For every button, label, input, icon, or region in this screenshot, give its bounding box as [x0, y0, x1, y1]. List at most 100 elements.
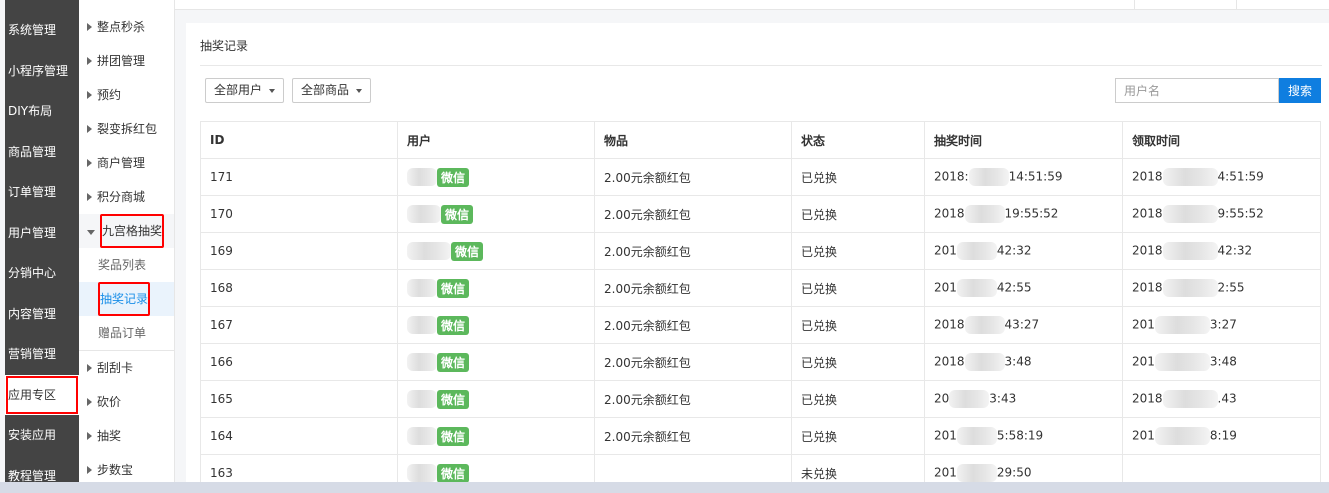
wechat-badge: 微信	[437, 389, 470, 409]
blurred-date	[1162, 242, 1218, 260]
records-table: ID 用户 物品 状态 抽奖时间 领取时间 171 微信 2.00元余额红包 已兑换 2018: 1…	[200, 121, 1321, 482]
subnav-item[interactable]: 砍价	[79, 385, 174, 419]
blurred-username	[407, 205, 441, 223]
sidebar-item[interactable]: 安装应用	[5, 415, 79, 456]
column-header: 抽奖时间	[924, 121, 1123, 159]
sidebar-item[interactable]: 小程序管理	[5, 51, 79, 92]
subnav-child-label: 赠品订单	[98, 326, 147, 340]
blurred-username	[407, 427, 437, 445]
draw-time-suffix: 43:27	[1004, 317, 1040, 332]
subnav-item[interactable]: 刮刮卡	[79, 351, 174, 385]
column-header: 用户	[397, 121, 595, 159]
subnav-item[interactable]: 九宫格抽奖	[79, 214, 174, 248]
subnav-child-item[interactable]: 奖品列表	[79, 248, 174, 282]
search-button[interactable]: 搜索	[1279, 78, 1321, 103]
claim-time-cell: 2018 9:55:52	[1122, 195, 1321, 233]
username-search-input[interactable]	[1115, 78, 1279, 103]
claim-time-prefix: 201	[1132, 354, 1155, 369]
blurred-username	[407, 279, 437, 297]
claim-time-suffix: 8:19	[1209, 428, 1237, 443]
subnav-item[interactable]: 预约	[79, 78, 174, 112]
table-row: 170 微信 2.00元余额红包 已兑换 2018 19:55:52 2018 9:55:52	[200, 195, 1321, 233]
user-cell: 微信	[397, 195, 595, 233]
table-row: 168 微信 2.00元余额红包 已兑换 201 42:55 2018 2:55	[200, 269, 1321, 307]
wechat-badge: 微信	[437, 278, 470, 298]
window-bottom-edge	[0, 482, 1329, 493]
subnav-item[interactable]: 步数宝	[79, 453, 174, 482]
wechat-badge: 微信	[437, 352, 470, 372]
blurred-date	[1162, 168, 1218, 186]
blurred-username	[407, 390, 437, 408]
sidebar-item[interactable]: 教程管理	[5, 456, 79, 483]
blurred-date	[1154, 316, 1210, 334]
sidebar-item[interactable]: 应用专区	[5, 374, 79, 415]
subnav-label: 裂变拆红包	[97, 122, 158, 136]
draw-time-suffix: 14:51:59	[1008, 169, 1063, 184]
sidebar-item[interactable]: 商品管理	[5, 132, 79, 173]
subnav-child-item[interactable]: 赠品订单	[79, 316, 174, 350]
page-title: 抽奖记录	[200, 39, 249, 53]
draw-time-prefix: 2018	[934, 354, 965, 369]
status-cell: 已兑换	[791, 306, 925, 344]
content-panel: 抽奖记录 全部用户 全部商品 搜索 ID用户物品状态抽奖时间领取时间 171 微信…	[186, 23, 1329, 482]
sidebar-item[interactable]: 订单管理	[5, 172, 79, 213]
sidebar-item[interactable]: 内容管理	[5, 294, 79, 335]
blurred-date	[964, 205, 1005, 223]
caret-down-icon	[356, 88, 363, 93]
caret-down-icon	[87, 230, 95, 235]
id-cell: 166	[200, 343, 398, 381]
caret-right-icon	[87, 193, 92, 201]
draw-time-cell: 2018 19:55:52	[924, 195, 1123, 233]
blurred-date	[964, 353, 1005, 371]
goods-filter-label: 全部商品	[301, 83, 350, 97]
item-cell: 2.00元余额红包	[594, 269, 792, 307]
draw-time-prefix: 201	[934, 243, 957, 258]
caret-right-icon	[87, 57, 92, 65]
claim-time-suffix: 4:51:59	[1217, 169, 1264, 184]
claim-time-prefix: 2018	[1132, 169, 1163, 184]
blurred-date	[956, 279, 997, 297]
sidebar-item[interactable]: 营销管理	[5, 334, 79, 375]
subnav-item[interactable]: 拼团管理	[79, 44, 174, 78]
user-cell: 微信	[397, 269, 595, 307]
caret-right-icon	[87, 466, 92, 474]
claim-time-cell: 2018 42:32	[1122, 232, 1321, 270]
sidebar-item[interactable]: 分销中心	[5, 253, 79, 294]
table-row: 171 微信 2.00元余额红包 已兑换 2018: 14:51:59 2018 4:51:5…	[200, 158, 1321, 196]
id-cell: 170	[200, 195, 398, 233]
draw-time-prefix: 201	[934, 280, 957, 295]
caret-right-icon	[87, 432, 92, 440]
column-header: 物品	[594, 121, 792, 159]
draw-time-cell: 201 29:50	[924, 454, 1123, 482]
blurred-date	[956, 427, 997, 445]
blurred-date	[1154, 427, 1210, 445]
subnav-item[interactable]: 商户管理	[79, 146, 174, 180]
caret-right-icon	[87, 364, 92, 372]
item-cell: 2.00元余额红包	[594, 306, 792, 344]
id-cell: 169	[200, 232, 398, 270]
subnav-item[interactable]: 抽奖	[79, 419, 174, 453]
blurred-date	[1162, 390, 1218, 408]
subnav-item[interactable]: 积分商城	[79, 180, 174, 214]
wechat-badge: 微信	[441, 204, 474, 224]
sidebar-item[interactable]: 用户管理	[5, 213, 79, 254]
claim-time-cell: 201 3:48	[1122, 343, 1321, 381]
user-filter-dropdown[interactable]: 全部用户	[205, 78, 285, 103]
sidebar-item[interactable]: 系统管理	[5, 10, 79, 51]
blurred-username	[407, 242, 451, 260]
subnav-item[interactable]: 裂变拆红包	[79, 112, 174, 146]
table-row: 169 微信 2.00元余额红包 已兑换 201 42:32 2018 42:32	[200, 232, 1321, 270]
subnav-item[interactable]: 整点秒杀	[79, 10, 174, 44]
goods-filter-dropdown[interactable]: 全部商品	[292, 78, 372, 103]
status-cell: 已兑换	[791, 343, 925, 381]
draw-time-cell: 201 5:58:19	[924, 417, 1123, 455]
sidebar-item[interactable]: DIY布局	[5, 91, 79, 132]
id-cell: 165	[200, 380, 398, 418]
subnav-label: 预约	[97, 88, 122, 102]
subnav-child-item[interactable]: 抽奖记录	[79, 282, 174, 316]
status-cell: 已兑换	[791, 232, 925, 270]
status-cell: 已兑换	[791, 380, 925, 418]
user-cell: 微信	[397, 306, 595, 344]
id-cell: 163	[200, 454, 398, 482]
item-cell: 2.00元余额红包	[594, 343, 792, 381]
